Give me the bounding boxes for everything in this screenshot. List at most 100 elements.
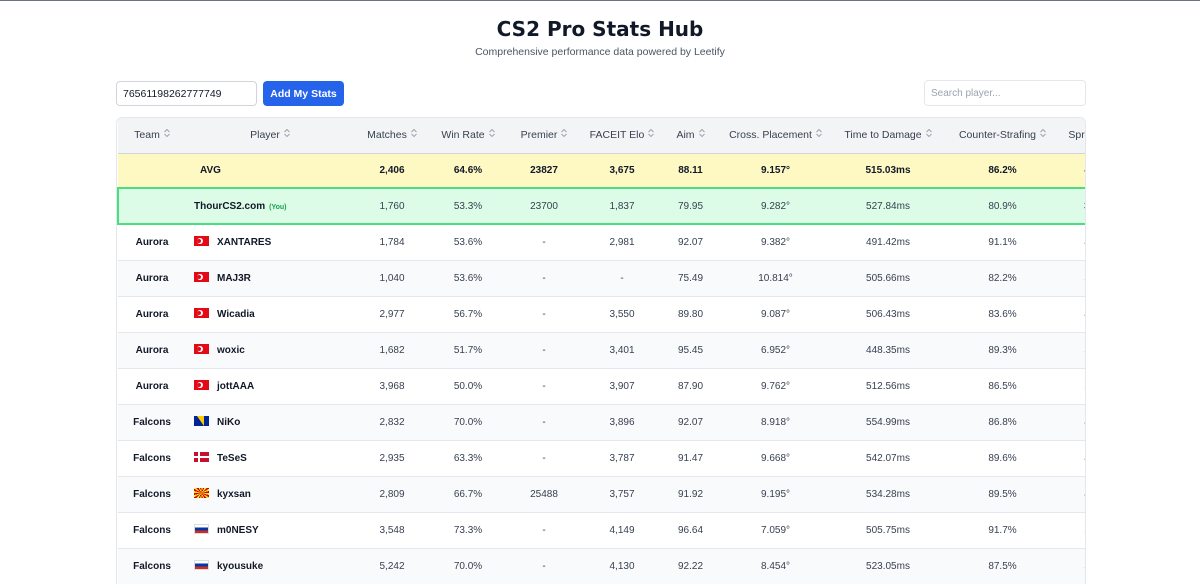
matches-cell: 2,977 [354, 296, 430, 333]
counter-strafing-cell: 86.5% [944, 368, 1061, 405]
spray-acc-cell: 40.0% [1061, 440, 1085, 477]
win-rate-cell: 63.3% [430, 440, 506, 477]
cross-placement-cell: 9.282° [719, 187, 832, 225]
table-row[interactable]: Falcons kyousuke 5,242 70.0% -4,130 92.22 8.45… [118, 548, 1085, 584]
you-badge: (You) [269, 203, 287, 211]
matches-cell: 2,935 [354, 440, 430, 477]
faceit-elo-cell: 3,787 [582, 440, 662, 477]
counter-strafing-cell: 91.1% [944, 224, 1061, 261]
cross-placement-cell: 9.195° [719, 476, 832, 513]
team-cell: Falcons [118, 404, 186, 441]
premier-cell: - [506, 332, 582, 369]
column-header-counter-strafing[interactable]: Counter-Strafing [944, 118, 1061, 154]
column-header-aim[interactable]: Aim [662, 118, 719, 154]
matches-cell: 1,784 [354, 224, 430, 261]
table-row[interactable]: Aurora Wicadia 2,977 56.7% -3,550 89.80 9.087°… [118, 296, 1085, 333]
player-cell: kyxsan [186, 476, 354, 513]
team-cell: Aurora [118, 224, 186, 261]
counter-strafing-cell: 86.2% [944, 153, 1061, 189]
premier-cell: 23827 [506, 153, 582, 189]
table-row[interactable]: Aurora XANTARES 1,784 53.6% -2,981 92.07 9.382… [118, 224, 1085, 261]
win-rate-cell: 64.6% [430, 153, 506, 189]
table-row[interactable]: Falcons m0NESY 3,548 73.3% -4,149 96.64 7.059°… [118, 512, 1085, 549]
flag-ba-icon [194, 416, 209, 426]
column-header-win-rate[interactable]: Win Rate [430, 118, 506, 154]
column-header-label: Team [134, 129, 160, 142]
team-cell [117, 187, 186, 225]
spray-acc-cell: 47.4% [1061, 404, 1085, 441]
flag-ru-icon [194, 560, 209, 570]
you-row[interactable]: ThourCS2.com (You) 1,760 53.3% 23700 1,837 79.… [117, 187, 1085, 225]
team-cell: Falcons [118, 476, 186, 513]
sort-icon [925, 129, 932, 139]
player-cell: jottAAA [186, 368, 354, 405]
spray-acc-cell: 38.6% [1061, 332, 1085, 369]
aim-cell: 96.64 [662, 512, 719, 549]
faceit-elo-cell: 3,401 [582, 332, 662, 369]
time-to-damage-cell: 542.07ms [832, 440, 944, 477]
aim-cell: 88.11 [662, 153, 719, 189]
column-header-label: Spray Acc. [1068, 129, 1085, 142]
time-to-damage-cell: 505.75ms [832, 512, 944, 549]
team-cell: Falcons [118, 440, 186, 477]
page-title: CS2 Pro Stats Hub [496, 17, 704, 41]
column-header-premier[interactable]: Premier [506, 118, 582, 154]
win-rate-cell: 66.7% [430, 476, 506, 513]
win-rate-cell: 50.0% [430, 368, 506, 405]
player-name: NiKo [217, 417, 241, 428]
column-header-matches[interactable]: Matches [354, 118, 430, 154]
time-to-damage-cell: 527.84ms [832, 187, 944, 225]
column-header-cross-placement[interactable]: Cross. Placement [719, 118, 832, 154]
aim-cell: 89.80 [662, 296, 719, 333]
column-header-label: Premier [520, 129, 558, 142]
steam-id-input[interactable] [116, 81, 257, 106]
sort-icon [561, 129, 568, 139]
column-header-faceit-elo[interactable]: FACEIT Elo [582, 118, 662, 154]
add-my-stats-button[interactable]: Add My Stats [263, 81, 344, 106]
table-row[interactable]: Falcons TeSeS 2,935 63.3% -3,787 91.47 9.668° 5… [118, 440, 1085, 477]
cross-placement-cell: 6.952° [719, 332, 832, 369]
column-header-player[interactable]: Player [186, 118, 354, 154]
premier-cell: 23700 [506, 187, 582, 225]
time-to-damage-cell: 554.99ms [832, 404, 944, 441]
matches-cell: 2,406 [354, 153, 430, 189]
table-row[interactable]: Falcons kyxsan 2,809 66.7% 25488 3,757 91.92 9.… [118, 476, 1085, 513]
flag-tr-icon [194, 272, 209, 282]
column-header-time-to-damage[interactable]: Time to Damage [832, 118, 944, 154]
search-player-input[interactable] [924, 80, 1086, 106]
counter-strafing-cell: 82.2% [944, 260, 1061, 297]
table-row[interactable]: Aurora jottAAA 3,968 50.0% -3,907 87.90 9.762°… [118, 368, 1085, 405]
table-row[interactable]: Aurora woxic 1,682 51.7% -3,401 95.45 6.952° 44… [118, 332, 1085, 369]
team-cell [118, 153, 186, 189]
flag-ru-icon [194, 524, 209, 534]
column-header-spray-acc[interactable]: Spray Acc. [1061, 118, 1085, 154]
team-cell: Aurora [118, 332, 186, 369]
spray-acc-cell: 43.5% [1061, 224, 1085, 261]
counter-strafing-cell: 86.8% [944, 404, 1061, 441]
cross-placement-cell: 9.668° [719, 440, 832, 477]
aim-cell: 75.49 [662, 260, 719, 297]
sort-icon [1040, 129, 1046, 139]
player-name: woxic [217, 345, 245, 356]
page-subtitle: Comprehensive performance data powered b… [475, 46, 725, 58]
counter-strafing-cell: 87.5% [944, 548, 1061, 584]
player-name: m0NESY [217, 525, 259, 536]
premier-cell: - [506, 260, 582, 297]
player-cell: m0NESY [186, 512, 354, 549]
player-name: kyousuke [217, 561, 264, 572]
player-cell: ThourCS2.com (You) [186, 187, 354, 225]
player-cell: kyousuke [186, 548, 354, 584]
win-rate-cell: 70.0% [430, 548, 506, 584]
cross-placement-cell: 10.814° [719, 260, 832, 297]
player-name: TeSeS [217, 453, 247, 464]
table-row[interactable]: Aurora MAJ3R 1,040 53.6% - -75.49 10.814° 505.6… [118, 260, 1085, 297]
column-header-team[interactable]: Team [118, 118, 186, 154]
time-to-damage-cell: 523.05ms [832, 548, 944, 584]
table-row[interactable]: Falcons NiKo 2,832 70.0% -3,896 92.07 8.918° 55… [118, 404, 1085, 441]
spray-acc-cell: 41.1% [1061, 153, 1085, 189]
time-to-damage-cell: 534.28ms [832, 476, 944, 513]
matches-cell: 2,809 [354, 476, 430, 513]
faceit-elo-cell: 4,130 [582, 548, 662, 584]
avg-row[interactable]: AVG 2,406 64.6% 23827 3,675 88.11 9.157° 515.03… [118, 153, 1085, 189]
flag-tr-icon [194, 308, 209, 318]
